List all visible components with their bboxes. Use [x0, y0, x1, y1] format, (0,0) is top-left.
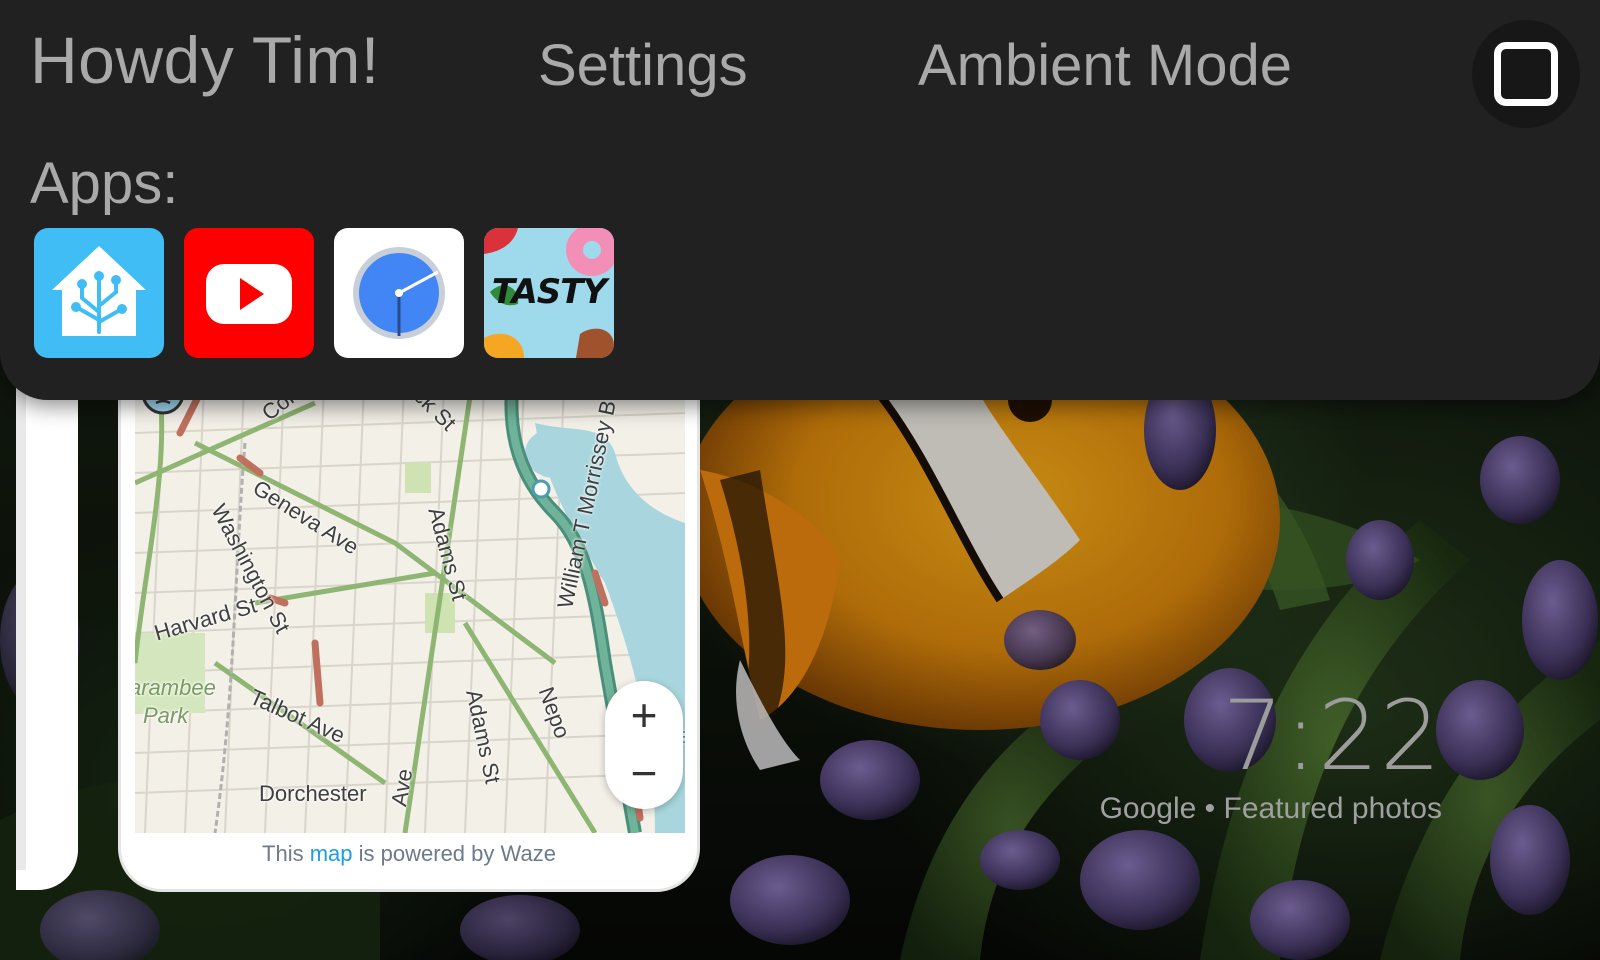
map-zoom-control: + − [605, 681, 683, 809]
app-youtube[interactable] [184, 228, 314, 358]
apps-heading: Apps: [30, 151, 179, 216]
clock-icon [353, 247, 445, 339]
ambient-mode-button[interactable]: Ambient Mode [918, 32, 1292, 99]
youtube-icon [206, 264, 292, 324]
map-view[interactable]: Columbia cock St Geneva Ave Washington S… [135, 363, 685, 833]
left-card-partial[interactable] [16, 360, 78, 890]
map-link[interactable]: map [310, 841, 353, 866]
zoom-out-button[interactable]: − [605, 743, 683, 803]
zoom-in-button[interactable]: + [605, 685, 683, 745]
map-street-label: arambee [135, 675, 216, 700]
settings-button[interactable]: Settings [538, 32, 748, 99]
map-place-label: Dorchester [259, 781, 367, 806]
left-card-edge [16, 360, 26, 870]
app-home-assistant[interactable] [34, 228, 164, 358]
tasty-logo-text: TASTY [491, 272, 607, 312]
stop-icon [1494, 42, 1558, 106]
home-assistant-icon [52, 246, 146, 336]
waze-map-card[interactable]: Columbia cock St Geneva Ave Washington S… [118, 360, 700, 892]
greeting-title: Howdy Tim! [30, 23, 380, 97]
app-tasty[interactable]: TASTY [484, 228, 614, 358]
top-overlay-panel: Howdy Tim! Settings Ambient Mode Apps: T… [0, 0, 1600, 400]
map-street-label: Park [143, 703, 189, 728]
apps-list: TASTY [34, 228, 614, 358]
app-clock[interactable] [334, 228, 464, 358]
ambient-screen: Columbia cock St Geneva Ave Washington S… [0, 0, 1600, 960]
ambient-clock-time: 7:22 [1222, 680, 1442, 792]
stop-button[interactable] [1472, 20, 1580, 128]
map-attribution: This map is powered by Waze [121, 841, 697, 867]
map-attribution-prefix: This [262, 841, 304, 866]
photo-credit: Google • Featured photos [1099, 792, 1442, 825]
map-attribution-suffix: is powered by Waze [358, 841, 556, 866]
